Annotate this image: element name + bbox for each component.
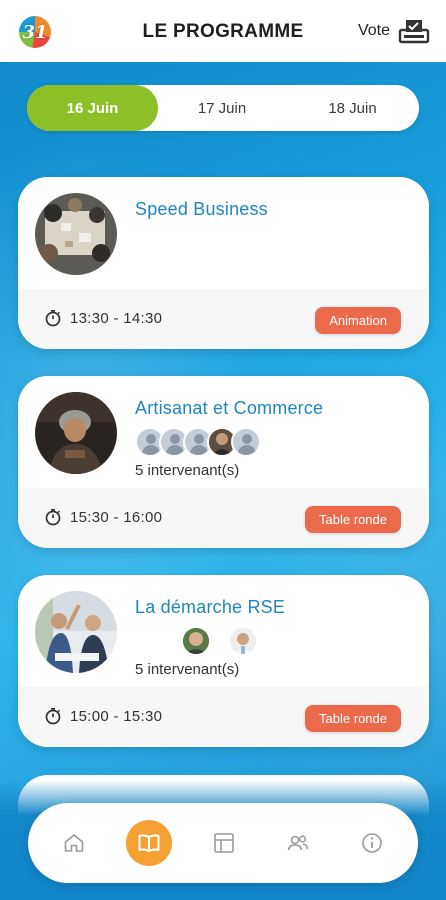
- category-badge: Animation: [315, 307, 401, 334]
- session-title: Speed Business: [135, 199, 268, 219]
- session-time: 15:30 - 16:00: [44, 508, 162, 526]
- session-image: [35, 392, 117, 474]
- info-icon: [362, 833, 382, 853]
- speaker-count: 5 intervenant(s): [135, 661, 240, 678]
- session-title: La démarche RSE: [135, 597, 286, 617]
- date-tabs: 16 Juin 17 Juin 18 Juin: [27, 85, 419, 131]
- vote-button[interactable]: Vote: [358, 18, 430, 44]
- nav-speakers[interactable]: [278, 823, 318, 863]
- users-icon: [287, 835, 309, 851]
- tab-17-juin[interactable]: 17 Juin: [158, 85, 286, 131]
- nav-programme[interactable]: [126, 820, 172, 866]
- speaker-count: 5 intervenant(s): [135, 462, 240, 479]
- session-title: Artisanat et Commerce: [135, 398, 324, 418]
- category-badge: Table ronde: [305, 705, 401, 732]
- app-header: 31 LE PROGRAMME Vote: [0, 0, 446, 62]
- category-badge: Table ronde: [305, 506, 401, 533]
- time-label: 13:30 - 14:30: [70, 309, 163, 327]
- session-card[interactable]: Speed Business 13:30 - 14:30 Animation: [18, 177, 429, 349]
- session-image: [35, 193, 117, 275]
- nav-home[interactable]: [54, 823, 94, 863]
- layout-icon: [214, 833, 234, 853]
- session-image: [35, 591, 117, 673]
- time-label: 15:00 - 15:30: [70, 707, 163, 725]
- stopwatch-icon: [45, 508, 61, 526]
- tab-16-juin[interactable]: 16 Juin: [27, 85, 158, 131]
- home-icon: [64, 834, 84, 852]
- ballot-box-icon: [398, 20, 430, 44]
- book-icon: [138, 834, 160, 852]
- speaker-avatar[interactable]: [231, 427, 261, 457]
- speaker-avatar[interactable]: [228, 626, 258, 656]
- vote-label: Vote: [357, 22, 390, 39]
- nav-plan[interactable]: [204, 823, 244, 863]
- tab-18-juin[interactable]: 18 Juin: [286, 85, 419, 131]
- session-card[interactable]: Artisanat et Commerce 5 intervenant(s) 1…: [18, 376, 429, 548]
- bottom-nav: [28, 803, 418, 883]
- session-time: 13:30 - 14:30: [44, 309, 162, 327]
- stopwatch-icon: [45, 707, 61, 725]
- time-label: 15:30 - 16:00: [70, 508, 163, 526]
- speaker-avatar[interactable]: [181, 626, 211, 656]
- session-card[interactable]: La démarche RSE 5 intervenant(s) 15:00 -…: [18, 575, 429, 747]
- nav-info[interactable]: [352, 823, 392, 863]
- session-time: 15:00 - 15:30: [44, 707, 162, 725]
- stopwatch-icon: [45, 309, 61, 327]
